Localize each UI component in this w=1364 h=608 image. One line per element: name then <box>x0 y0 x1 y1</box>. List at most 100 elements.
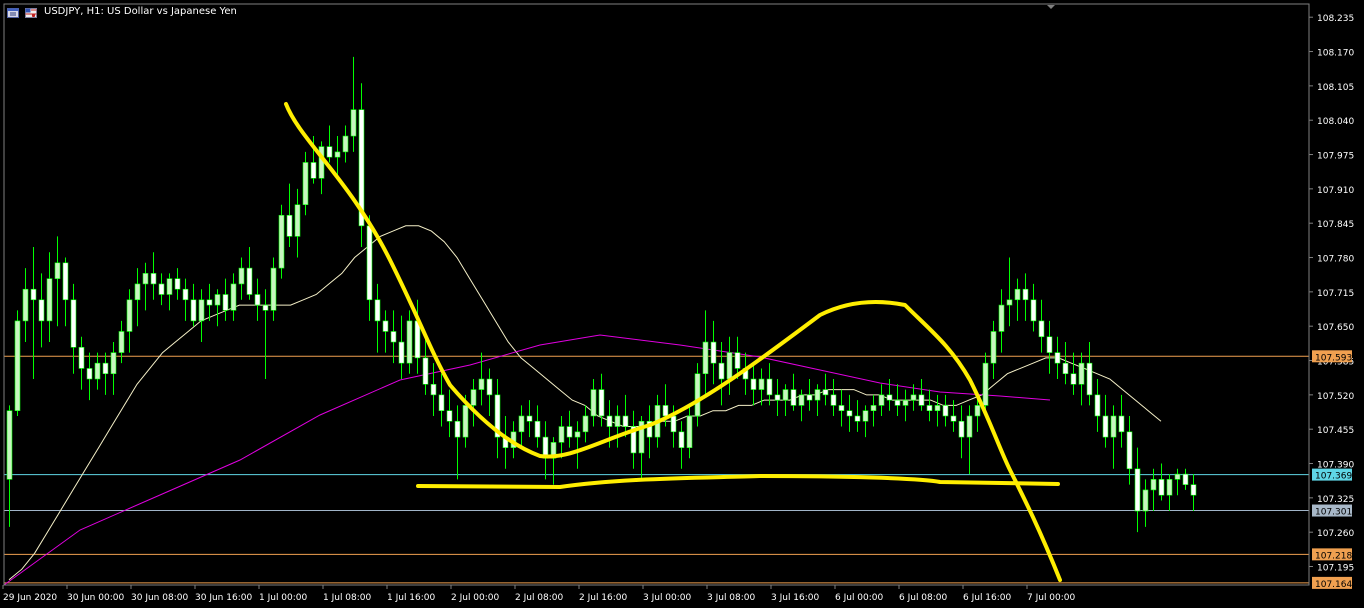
candle-body <box>22 288 29 322</box>
candle-body <box>1142 489 1149 512</box>
candle-body <box>582 415 589 433</box>
candle-body <box>558 426 565 443</box>
y-tick-label: 107.910 <box>1317 186 1354 196</box>
price-chart[interactable]: 108.235 108.170 108.105 108.040 107.975 107.9… <box>0 0 1364 608</box>
candle-body <box>462 405 469 438</box>
candle-body <box>334 151 341 158</box>
candle-body <box>246 267 253 295</box>
candle-body <box>758 378 765 390</box>
candle-body <box>1086 362 1093 396</box>
candle-body <box>734 352 741 369</box>
candle-body <box>534 420 541 438</box>
candle-body <box>1070 373 1077 385</box>
candle-body <box>86 368 93 380</box>
candle-body <box>878 394 885 406</box>
y-tick-label: 108.105 <box>1317 83 1354 93</box>
candle-body <box>1054 352 1061 364</box>
candle-body <box>398 341 405 364</box>
candle-body <box>134 283 141 301</box>
candle-body <box>798 394 805 406</box>
candle-body <box>1006 299 1013 306</box>
candle-body <box>870 405 877 412</box>
candle-body <box>222 294 229 311</box>
x-tick-label: 1 Jul 16:00 <box>387 593 436 603</box>
candle-body <box>6 410 13 480</box>
candle-body <box>950 415 957 422</box>
price-level-label: 107.301 <box>1315 508 1352 518</box>
candle-body <box>750 378 757 390</box>
candle-body <box>678 431 685 448</box>
price-level-label: 107.593 <box>1315 353 1352 363</box>
price-level-label: 107.218 <box>1315 551 1352 561</box>
candle-body <box>78 347 85 369</box>
candle-body <box>822 389 829 396</box>
candle-body <box>190 299 197 322</box>
candle-body <box>102 362 109 375</box>
candle-body <box>278 214 285 269</box>
candle-body <box>662 405 669 417</box>
x-tick-label: 2 Jul 00:00 <box>451 593 500 603</box>
candle-body <box>478 378 485 390</box>
chart-window[interactable]: USDJPY, H1: US Dollar vs Japanese Yen 10… <box>0 0 1364 608</box>
candle-body <box>1078 362 1085 385</box>
candle-body <box>974 405 981 417</box>
slow-moving-average-line <box>3 334 1051 586</box>
candle-body <box>1190 484 1197 496</box>
candle-body <box>1118 415 1125 433</box>
candle-body <box>438 394 445 412</box>
support-line-drawing <box>416 474 1060 489</box>
candle-body <box>838 405 845 412</box>
y-tick-label: 107.455 <box>1317 426 1354 436</box>
candle-body <box>894 399 901 406</box>
x-tick-label: 1 Jul 08:00 <box>323 593 372 603</box>
candle-body <box>694 373 701 417</box>
candle-body <box>606 415 613 427</box>
x-tick-label: 30 Jun 16:00 <box>195 593 252 603</box>
candle-body <box>158 283 165 295</box>
x-tick-label: 3 Jul 00:00 <box>643 593 692 603</box>
y-tick-label: 107.325 <box>1317 495 1354 505</box>
y-tick-label: 108.170 <box>1317 49 1354 59</box>
candle-body <box>430 383 437 396</box>
y-tick-label: 107.195 <box>1317 564 1354 574</box>
candle-body <box>262 304 269 311</box>
candle-body <box>182 288 189 301</box>
candle-body <box>94 362 101 380</box>
candle-body <box>934 405 941 412</box>
candle-body <box>150 273 157 285</box>
candle-body <box>14 320 21 411</box>
candle-body <box>118 331 125 353</box>
candle-body <box>70 299 77 348</box>
candle-body <box>454 420 461 438</box>
candle-body <box>126 299 133 332</box>
candle-body <box>1022 288 1029 301</box>
candle-body <box>726 352 733 380</box>
x-tick-label: 30 Jun 08:00 <box>131 593 188 603</box>
x-tick-label: 29 Jun 2020 <box>3 593 57 603</box>
candle-body <box>670 415 677 433</box>
y-tick-label: 107.650 <box>1317 323 1354 333</box>
candle-body <box>1038 320 1045 338</box>
candle-body <box>942 405 949 417</box>
candle-body <box>382 320 389 332</box>
candle-body <box>1102 415 1109 438</box>
candle-body <box>926 405 933 412</box>
candle-body <box>574 431 581 438</box>
y-tick-label: 108.040 <box>1317 117 1354 127</box>
candle-body <box>590 389 597 417</box>
x-tick-label: 6 Jul 00:00 <box>835 593 884 603</box>
y-tick-label: 107.520 <box>1317 392 1354 402</box>
candle-body <box>846 410 853 417</box>
candle-body <box>982 362 989 406</box>
candle-body <box>1166 479 1173 496</box>
y-tick-label: 108.235 <box>1317 14 1354 24</box>
candle-body <box>830 394 837 406</box>
candle-body <box>294 204 301 237</box>
y-tick-label: 107.260 <box>1317 529 1354 539</box>
candle-body <box>902 399 909 406</box>
candle-body <box>142 273 149 285</box>
plot-frame <box>3 3 1310 586</box>
candle-body <box>326 146 333 158</box>
candle-body <box>622 415 629 427</box>
candle-body <box>110 352 117 375</box>
